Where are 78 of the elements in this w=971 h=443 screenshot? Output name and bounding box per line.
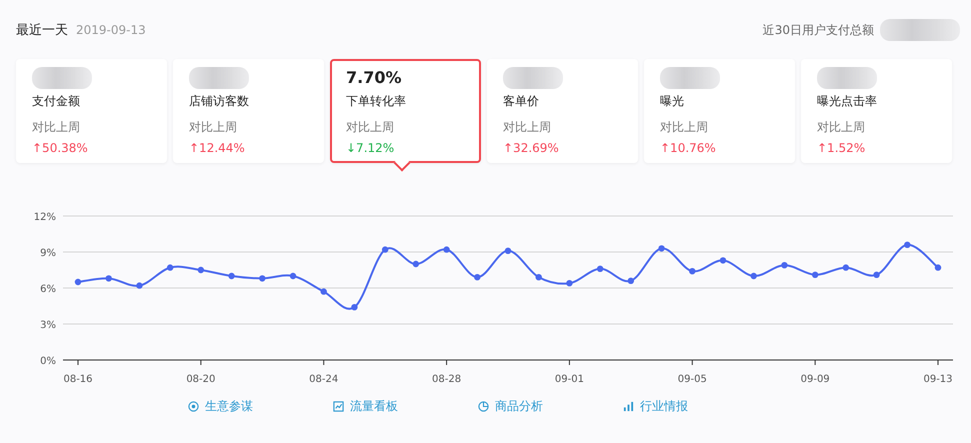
total-label: 近30日用户支付总额	[762, 22, 874, 38]
metric-card[interactable]: 支付金额 对比上周 ↑50.38%	[16, 59, 167, 163]
data-point	[228, 272, 235, 280]
change-value: ↑12.44%	[189, 141, 246, 155]
x-axis-label: 08-16	[63, 374, 93, 385]
data-point	[166, 264, 174, 271]
x-axis-label: 09-01	[554, 374, 584, 385]
metric-label: 曝光	[660, 93, 685, 110]
compare-label: 对比上周	[32, 119, 81, 136]
metric-card[interactable]: 曝光点击率 对比上周 ↑1.52%	[801, 59, 952, 163]
x-axis-label: 09-13	[923, 374, 953, 385]
y-axis-label: 3%	[40, 320, 56, 331]
change-value: ↓7.12%	[346, 141, 396, 155]
blurred-value	[189, 67, 249, 89]
change-value: ↑10.76%	[660, 141, 717, 155]
blurred-value	[503, 67, 563, 89]
data-point	[628, 278, 634, 284]
metric-label: 支付金额	[32, 93, 81, 110]
compare-label: 对比上周	[503, 119, 552, 136]
data-point	[934, 264, 942, 271]
data-point	[750, 272, 757, 280]
x-axis-label: 09-09	[800, 374, 830, 385]
section-title: 最近一天	[16, 22, 68, 39]
data-point	[596, 266, 604, 272]
compare-label: 对比上周	[346, 119, 395, 136]
data-point	[566, 280, 573, 286]
change-value: ↑1.52%	[817, 141, 866, 155]
pie-chart-icon	[478, 401, 489, 412]
data-point	[136, 282, 143, 289]
data-point	[259, 275, 266, 282]
metric-label: 店铺访客数	[189, 93, 250, 110]
data-point	[382, 246, 388, 253]
data-point	[689, 268, 696, 274]
data-point	[106, 275, 112, 282]
metric-value: 7.70%	[346, 67, 403, 89]
x-axis-label: 09-05	[678, 374, 707, 385]
data-point	[781, 262, 788, 268]
data-point	[198, 266, 204, 274]
data-point	[474, 274, 480, 280]
data-point	[536, 274, 542, 280]
y-axis-label: 9%	[40, 248, 56, 259]
y-axis-label: 0%	[40, 356, 56, 367]
y-axis-label: 12%	[34, 212, 56, 223]
data-point	[351, 304, 358, 310]
data-point	[443, 246, 450, 253]
data-point	[873, 272, 880, 278]
line-chart-icon	[333, 401, 344, 412]
target-icon	[188, 401, 199, 412]
x-axis-label: 08-24	[309, 374, 338, 385]
blurred-value	[660, 67, 720, 89]
metric-card[interactable]: 店铺访客数 对比上周 ↑12.44%	[173, 59, 324, 163]
data-point	[320, 288, 327, 295]
data-point	[658, 245, 665, 252]
date-label: 2019-09-13	[76, 23, 146, 37]
compare-label: 对比上周	[189, 119, 238, 136]
data-point	[504, 248, 512, 254]
blurred-value	[32, 67, 92, 89]
data-point	[904, 242, 910, 248]
change-value: ↑32.69%	[503, 141, 560, 155]
data-point	[842, 264, 850, 271]
compare-label: 对比上周	[817, 119, 866, 136]
metric-label: 下单转化率	[346, 93, 407, 110]
change-value: ↑50.38%	[32, 141, 89, 155]
x-axis-label: 08-20	[186, 374, 216, 385]
metric-card[interactable]: 客单价 对比上周 ↑32.69%	[487, 59, 638, 163]
data-point	[290, 272, 296, 280]
metric-card[interactable]: 曝光 对比上周 ↑10.76%	[644, 59, 795, 163]
metric-label: 曝光点击率	[817, 93, 878, 110]
blurred-value	[817, 67, 877, 89]
compare-label: 对比上周	[660, 119, 709, 136]
bar-chart-icon	[623, 401, 634, 412]
metric-label: 客单价	[503, 93, 540, 110]
data-point	[812, 272, 818, 278]
x-axis-label: 08-28	[432, 374, 462, 385]
data-point	[74, 278, 82, 286]
data-point	[720, 257, 726, 264]
y-axis-label: 6%	[40, 284, 56, 295]
data-point	[412, 260, 420, 268]
